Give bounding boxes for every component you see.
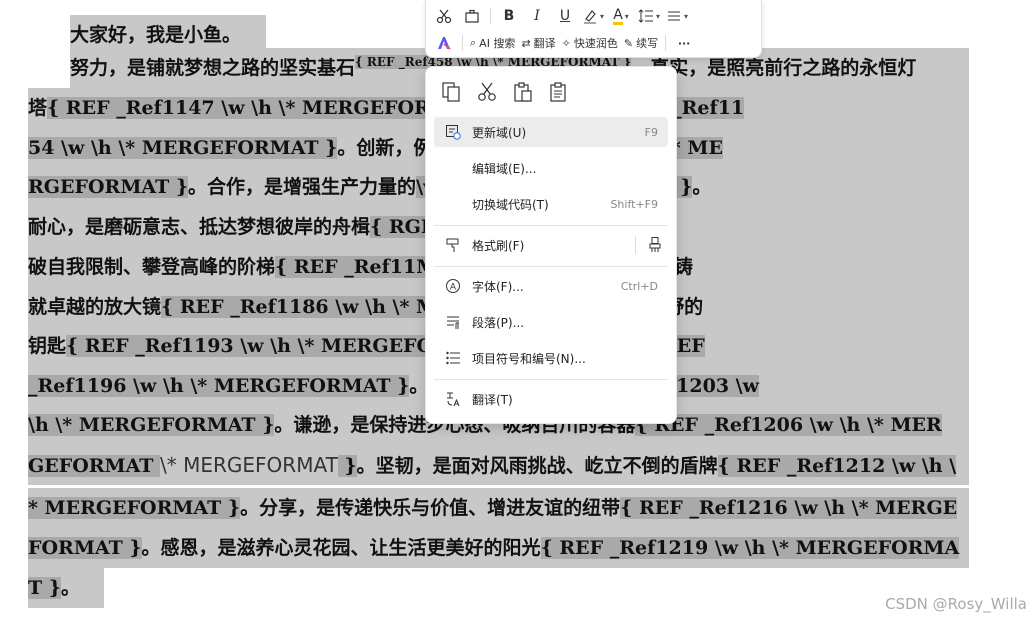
field-code: }	[337, 455, 357, 477]
list-button[interactable]: ▾	[666, 4, 688, 28]
body-text: 钥匙	[28, 335, 67, 357]
body-text: 破自我限制、攀登高峰的阶梯	[28, 256, 276, 278]
body-text: 。	[692, 176, 712, 198]
field-code: { REF _Ref1219 \w \h \* MERGEFORMA	[540, 537, 960, 559]
menu-item-update-field[interactable]: 更新域(U) F9	[434, 117, 668, 147]
translate-button[interactable]: ⇄ 翻译	[521, 31, 555, 55]
body-text: 努力，是铺就梦想之路的坚实基石	[70, 57, 356, 79]
field-code: * MERGEFORMAT }	[28, 497, 241, 519]
field-code: { REF _Ref1193 \w \h \* MERGEFO	[66, 335, 434, 357]
line-spacing-button[interactable]: ▾	[638, 4, 660, 28]
body-text: 。感恩，是滋养心灵花园、让生活更美好的阳光	[141, 537, 541, 559]
document-line[interactable]: * MERGEFORMAT }。分享，是传递快乐与价值、增进友谊的纽带{ REF…	[28, 488, 969, 528]
paste-icon[interactable]	[512, 81, 534, 107]
menu-separator	[434, 266, 668, 267]
field-code: RGEFORMAT }	[28, 176, 189, 198]
body-text: 。创新，	[337, 137, 414, 159]
body-text: 大家好，我是小鱼。	[70, 24, 242, 46]
menu-item-format-painter[interactable]: 格式刷(F)	[434, 230, 668, 260]
field-code: _Ref1196 \w \h \* MERGEFORMAT }	[28, 375, 410, 397]
briefcase-icon[interactable]	[461, 4, 483, 28]
menu-item-edit-field[interactable]: 编辑域(E)...	[434, 153, 668, 183]
ai-search-button[interactable]: ⌕ AI 搜索	[470, 31, 515, 55]
menu-divider	[635, 236, 636, 254]
toolbar-separator	[462, 35, 463, 51]
toolbar-separator	[490, 8, 491, 24]
paste-text-icon[interactable]	[548, 81, 570, 107]
menu-item-paragraph[interactable]: 段落(P)...	[434, 307, 668, 337]
document-line[interactable]: FORMAT }。感恩，是滋养心灵花园、让生活更美好的阳光{ REF _Ref1…	[28, 528, 969, 568]
body-text: 耐心，是磨砺意志、抵达梦想彼岸的舟楫	[28, 216, 371, 238]
sparkle-icon: ✧	[561, 36, 571, 50]
field-code: T }	[28, 577, 61, 599]
polish-button[interactable]: ✧ 快速润色	[562, 31, 618, 55]
menu-item-toggle-field-codes[interactable]: 切换域代码(T) Shift+F9	[434, 189, 668, 219]
font-color-button[interactable]: A ▾	[610, 4, 632, 28]
field-code: { REF _Ref1186 \w \h \* M	[161, 296, 438, 318]
field-code: 54 \w \h \* MERGEFORMAT }	[28, 137, 338, 159]
body-text: 。	[60, 577, 80, 599]
underline-button[interactable]: U	[554, 4, 576, 28]
wps-ai-icon[interactable]	[433, 31, 455, 55]
body-text: 塔	[28, 97, 48, 119]
body-text: 。坚韧，是面对风雨挑战、屹立不倒的盾牌	[356, 455, 718, 477]
field-code-switch: \* MERGEFORMAT	[160, 453, 338, 477]
more-button[interactable]: ···	[673, 31, 695, 55]
watermark: CSDN @Rosy_Willa	[885, 595, 1027, 613]
clipboard-icon-row	[440, 81, 570, 107]
field-code: { REF _Ref1216 \w \h \* MERGE	[620, 497, 958, 519]
menu-separator	[434, 225, 668, 226]
format-painter-icon	[442, 237, 464, 253]
document-line[interactable]: T }。	[28, 568, 104, 608]
field-code: { REF _Ref11	[275, 256, 417, 278]
body-text: 。合作，是增强生产力量的	[188, 176, 417, 198]
field-code: \h \* MERGEFORMAT }	[28, 414, 275, 436]
menu-item-translate[interactable]: 翻译(T)	[434, 384, 668, 414]
body-text: 。分享，是传递快乐与价值、增进友谊的纽带	[240, 497, 621, 519]
floating-mini-toolbar: B I U ▾ A ▾ ▾ ▾ ⌕ AI 搜索 ⇄ 翻译 ✧ 快速润色 ✎ 续写 ···	[425, 0, 762, 58]
font-icon: A	[442, 278, 464, 294]
bullet-list-icon	[442, 350, 464, 366]
document-line[interactable]: GEFORMAT \* MERGEFORMAT }。坚韧，是面对风雨挑战、屹立不…	[28, 445, 969, 485]
field-code: FORMAT }	[28, 537, 142, 559]
paragraph-icon	[442, 314, 464, 330]
brush-pin-icon[interactable]	[646, 236, 668, 254]
field-code: { REF _Ref1206 \w \h \* MER	[635, 414, 942, 436]
ai-search-icon: ⌕	[470, 36, 477, 49]
copy-icon[interactable]	[440, 81, 462, 107]
field-code: {	[370, 216, 389, 238]
toolbar-separator	[665, 35, 667, 51]
menu-separator	[434, 379, 668, 380]
refresh-field-icon	[442, 124, 464, 140]
menu-item-font[interactable]: A 字体(F)... Ctrl+D	[434, 271, 668, 301]
field-code: GEFORMAT	[28, 455, 161, 477]
field-code: { REF _Ref1212 \w \h \	[717, 455, 957, 477]
cut-icon[interactable]	[433, 4, 455, 28]
field-code: { REF _Ref1147 \w \h \* MERGEFORM	[47, 97, 451, 119]
translate-icon: ⇄	[521, 36, 531, 50]
translate-icon	[442, 391, 464, 407]
svg-text:A: A	[450, 283, 457, 293]
body-text: 就卓越的放大镜	[28, 296, 162, 318]
bold-button[interactable]: B	[498, 4, 520, 28]
context-menu: 更新域(U) F9 编辑域(E)... 切换域代码(T) Shift+F9 格式…	[425, 66, 677, 424]
cut-icon[interactable]	[476, 81, 498, 107]
highlight-button[interactable]: ▾	[582, 4, 604, 28]
italic-button[interactable]: I	[526, 4, 548, 28]
menu-item-bullets-numbering[interactable]: 项目符号和编号(N)...	[434, 343, 668, 373]
continue-writing-button[interactable]: ✎ 续写	[624, 31, 658, 55]
pen-icon: ✎	[623, 36, 634, 50]
